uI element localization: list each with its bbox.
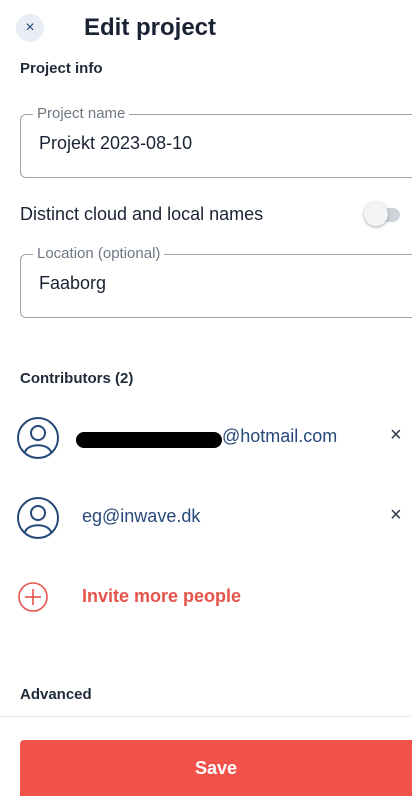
- user-avatar-icon: [17, 417, 59, 459]
- close-button[interactable]: ×: [16, 14, 44, 42]
- remove-contributor-icon[interactable]: ×: [390, 424, 402, 447]
- distinct-names-row: Distinct cloud and local names: [20, 196, 412, 236]
- header: × Edit project: [0, 0, 412, 56]
- contributor-email: @hotmail.com: [222, 426, 338, 446]
- save-button[interactable]: Save: [20, 740, 412, 796]
- plus-circle-icon: [18, 582, 48, 612]
- project-name-value[interactable]: Projekt 2023-08-10: [39, 133, 192, 154]
- footer-divider: [0, 716, 412, 717]
- contributor-email: eg@inwave.dk: [82, 506, 201, 526]
- user-avatar-icon: [17, 497, 59, 539]
- redacted-email-prefix: [76, 432, 222, 448]
- close-icon: ×: [25, 19, 35, 36]
- contributor-row: eg@inwave.dk ×: [0, 490, 412, 546]
- project-info-heading: Project info: [20, 60, 103, 77]
- location-field[interactable]: Location (optional) Faaborg: [20, 245, 412, 318]
- remove-contributor-icon[interactable]: ×: [390, 504, 402, 527]
- project-name-label: Project name: [33, 105, 130, 122]
- toggle-knob[interactable]: [364, 202, 388, 226]
- distinct-names-label: Distinct cloud and local names: [20, 204, 264, 224]
- invite-more-people-label: Invite more people: [82, 586, 242, 606]
- project-name-field[interactable]: Project name Projekt 2023-08-10: [20, 105, 412, 178]
- contributors-heading: Contributors (2): [20, 370, 134, 387]
- location-value[interactable]: Faaborg: [39, 273, 106, 294]
- page-title: Edit project: [84, 14, 217, 41]
- invite-more-people-button[interactable]: Invite more people: [0, 570, 412, 622]
- advanced-heading[interactable]: Advanced: [20, 686, 92, 703]
- location-label: Location (optional): [33, 245, 165, 262]
- contributor-row: @hotmail.com ×: [0, 410, 412, 466]
